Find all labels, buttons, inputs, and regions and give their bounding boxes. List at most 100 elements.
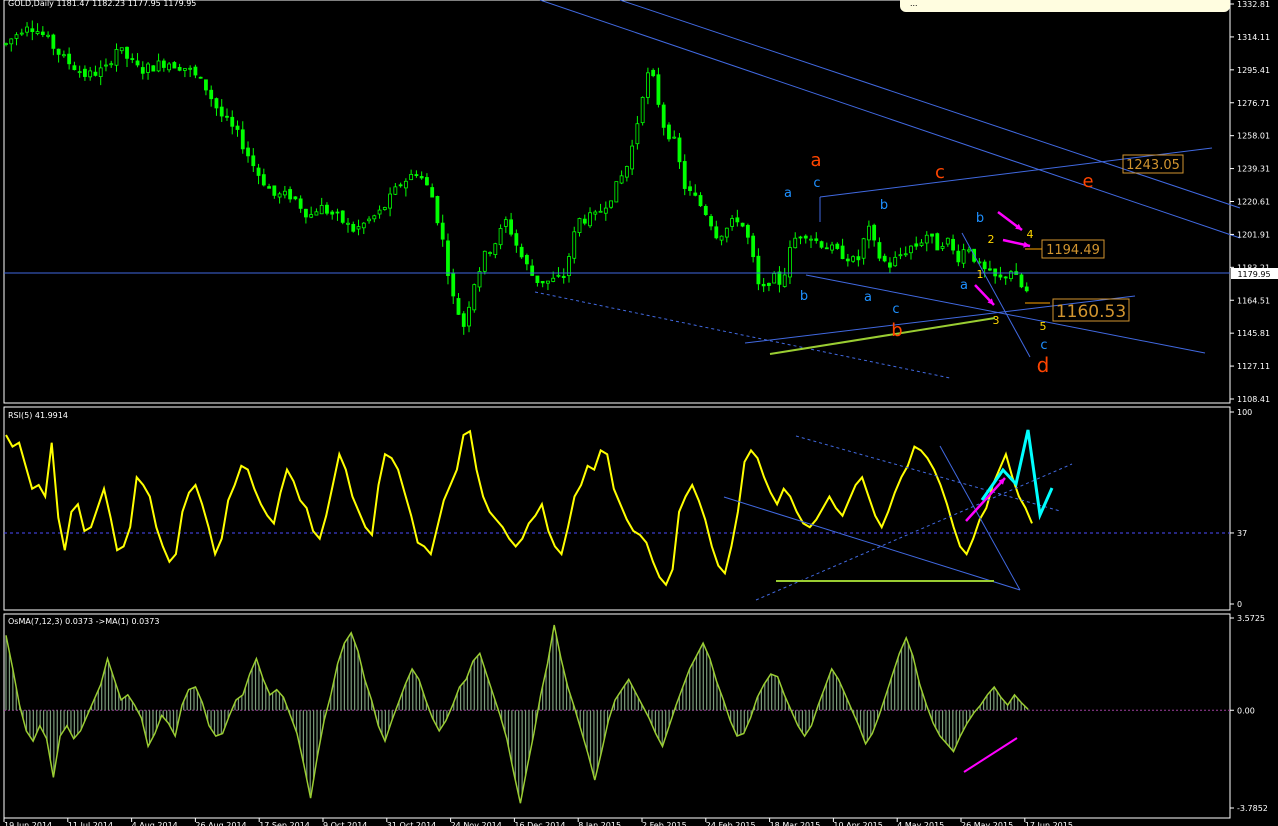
candle-body — [456, 298, 461, 315]
candle-body — [909, 245, 913, 254]
candle-body — [598, 210, 603, 213]
candle-body — [35, 31, 40, 35]
wave-label: d — [1037, 353, 1050, 377]
candle-body — [251, 155, 256, 167]
price-level-label: 1194.49 — [1046, 243, 1100, 258]
x-tick-label: 18 Mar 2015 — [770, 821, 821, 826]
candle-body — [256, 167, 261, 176]
candle-body — [151, 65, 156, 72]
candle-body — [398, 184, 403, 187]
candle-body — [372, 215, 377, 220]
candle-body — [524, 254, 529, 265]
candle-body — [882, 255, 887, 262]
candle-body — [425, 177, 429, 186]
candle-body — [914, 243, 919, 247]
candle-body — [304, 208, 308, 218]
candle-body — [698, 195, 703, 207]
candle-body — [814, 238, 819, 241]
candle-body — [272, 185, 277, 196]
candle-body — [582, 218, 587, 224]
candle-body — [119, 47, 124, 52]
candle-body — [93, 71, 98, 76]
candle-body — [935, 233, 940, 251]
rsi-pane — [3, 406, 1231, 611]
y-tick-label: -3.7852 — [1237, 804, 1268, 813]
candle-body — [388, 193, 392, 209]
candle-body — [793, 237, 798, 249]
wave-label: c — [1040, 338, 1047, 353]
x-tick-label: 8 Jan 2015 — [578, 821, 621, 826]
candle-body — [740, 222, 745, 227]
y-tick-label: 1108.41 — [1237, 395, 1270, 404]
y-tick-label: 1332.81 — [1237, 0, 1270, 9]
x-tick-label: 26 May 2015 — [961, 821, 1013, 826]
candle-body — [72, 65, 77, 71]
candle-body — [109, 63, 114, 66]
candle-body — [745, 224, 750, 238]
wave-label: c — [935, 162, 945, 183]
candle-body — [498, 228, 503, 246]
y-tick-label: 0 — [1237, 600, 1242, 609]
candle-body — [267, 186, 271, 189]
y-tick-label: 1220.61 — [1237, 198, 1270, 207]
candle-body — [493, 243, 498, 255]
candle-body — [803, 235, 808, 239]
candle-body — [777, 271, 782, 285]
y-tick-label: 1295.41 — [1237, 66, 1270, 75]
candle-body — [477, 271, 482, 288]
candle-body — [782, 274, 787, 287]
candle-body — [67, 53, 72, 65]
candle-body — [503, 219, 508, 227]
x-tick-label: 10 Apr 2015 — [833, 821, 882, 826]
x-tick-label: 17 Sep 2014 — [259, 821, 310, 826]
candle-body — [230, 116, 235, 127]
candle-body — [840, 245, 845, 260]
candle-body — [393, 186, 398, 195]
wave-label: c — [892, 302, 899, 317]
candle-body — [851, 256, 856, 262]
note-box: ... — [900, 0, 1230, 12]
candle-body — [46, 34, 50, 37]
candle-body — [672, 136, 677, 139]
wave-label: a — [810, 150, 821, 171]
candle-body — [4, 43, 8, 45]
candle-body — [14, 34, 19, 39]
candle-body — [709, 216, 713, 227]
x-tick-label: 9 Oct 2014 — [323, 821, 367, 826]
candle-body — [472, 284, 477, 311]
candle-body — [88, 70, 93, 78]
candle-body — [688, 186, 692, 191]
candle-body — [682, 161, 687, 189]
candle-body — [314, 211, 319, 216]
candle-body — [572, 231, 577, 259]
candle-body — [956, 250, 961, 263]
osma-pane — [3, 613, 1231, 819]
candle-body — [235, 125, 240, 130]
wave-label: a — [784, 186, 792, 201]
candle-body — [30, 28, 35, 33]
candle-body — [288, 189, 293, 200]
candle-body — [161, 60, 166, 68]
pane-frame — [3, 406, 1231, 611]
candle-body — [714, 226, 719, 239]
candle-body — [535, 275, 540, 283]
channel-upper-line — [539, 0, 1241, 239]
candle-body — [377, 209, 382, 215]
candle-body — [624, 166, 629, 178]
wave-label: a — [960, 278, 968, 293]
candle-body — [877, 242, 882, 259]
wave-label: 1 — [977, 268, 984, 281]
candle-body — [77, 71, 82, 74]
candle-body — [614, 181, 619, 203]
candle-body — [319, 204, 324, 215]
x-tick-label: 2 Feb 2015 — [642, 821, 687, 826]
candle-body — [756, 255, 761, 285]
channel-upper-line-2 — [619, 0, 1241, 209]
candle-body — [446, 240, 450, 276]
candle-body — [845, 258, 850, 262]
rsi-line — [5, 429, 1033, 587]
candle-body — [651, 69, 656, 77]
candle-body — [640, 97, 645, 124]
candle-body — [56, 48, 61, 55]
candle-body — [724, 227, 729, 238]
